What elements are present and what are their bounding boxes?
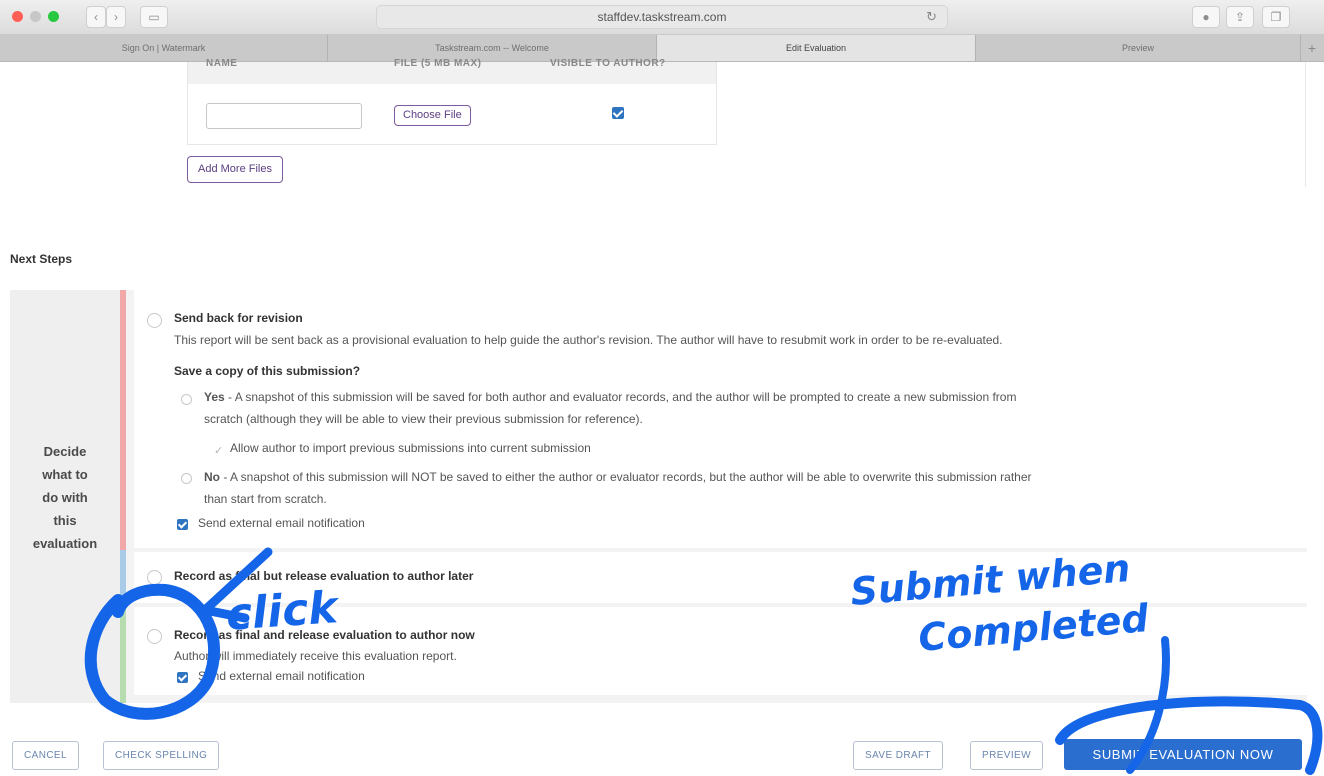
revision-email-label: Send external email notification bbox=[198, 516, 365, 530]
submit-evaluation-button[interactable]: SUBMIT EVALUATION NOW bbox=[1064, 739, 1302, 770]
no-line-2: than start from scratch. bbox=[204, 492, 327, 506]
send-back-radio[interactable] bbox=[147, 313, 162, 328]
minimize-window-icon[interactable] bbox=[30, 11, 41, 22]
column-file-header: FILE (5 MB MAX) bbox=[394, 58, 482, 69]
zoom-window-icon[interactable] bbox=[48, 11, 59, 22]
new-tab-icon[interactable]: + bbox=[1300, 35, 1324, 61]
tab-edit-evaluation[interactable]: Edit Evaluation bbox=[657, 35, 976, 61]
allow-import-label: Allow author to import previous submissi… bbox=[230, 441, 591, 455]
save-draft-button[interactable]: SAVE DRAFT bbox=[853, 741, 944, 770]
no-label: No bbox=[204, 470, 220, 484]
tab-sign-on[interactable]: Sign On | Watermark bbox=[0, 35, 328, 61]
yes-line-1: - A snapshot of this submission will be … bbox=[224, 390, 1017, 404]
now-color-bar bbox=[120, 605, 126, 703]
decide-label-line: do with bbox=[42, 490, 88, 505]
address-bar[interactable]: staffdev.taskstream.com ↻ bbox=[376, 5, 948, 29]
visible-to-author-checkbox[interactable] bbox=[612, 107, 624, 119]
release-now-radio[interactable] bbox=[147, 629, 162, 644]
choose-file-button[interactable]: Choose File bbox=[394, 105, 471, 126]
column-name-header: NAME bbox=[206, 58, 238, 69]
revision-email-checkbox[interactable] bbox=[177, 519, 188, 530]
preview-button[interactable]: PREVIEW bbox=[970, 741, 1043, 770]
extension-icon[interactable]: ● bbox=[1192, 6, 1220, 28]
save-copy-no-radio[interactable] bbox=[181, 473, 192, 484]
decide-label: Decide what to do with this evaluation bbox=[10, 440, 120, 555]
file-name-input[interactable] bbox=[206, 103, 362, 129]
yes-label: Yes bbox=[204, 390, 225, 404]
decide-label-line: what to bbox=[42, 467, 88, 482]
release-later-title: Record as final but release evaluation t… bbox=[174, 569, 474, 583]
back-icon[interactable]: ‹ bbox=[86, 6, 106, 28]
yes-line-2: scratch (although they will be able to v… bbox=[204, 412, 643, 426]
allow-import-checkbox[interactable]: ✓ bbox=[214, 444, 223, 457]
sidebar-icon[interactable]: ▭ bbox=[140, 6, 168, 28]
close-window-icon[interactable] bbox=[12, 11, 23, 22]
forward-icon[interactable]: › bbox=[106, 6, 126, 28]
address-text: staffdev.taskstream.com bbox=[597, 10, 727, 24]
decide-label-line: Decide bbox=[43, 444, 87, 459]
revision-color-bar bbox=[120, 290, 126, 550]
next-steps-heading: Next Steps bbox=[10, 252, 73, 266]
attached-files-table: NAME FILE (5 MB MAX) VISIBLE TO AUTHOR? … bbox=[187, 58, 717, 145]
browser-toolbar: ‹ › ▭ staffdev.taskstream.com ↻ ● ⇪ ❐ bbox=[0, 0, 1324, 35]
tabs-overview-icon[interactable]: ❐ bbox=[1262, 6, 1290, 28]
divider bbox=[1305, 62, 1306, 187]
tab-preview[interactable]: Preview bbox=[976, 35, 1301, 61]
cancel-button[interactable]: CANCEL bbox=[12, 741, 79, 770]
send-back-description: This report will be sent back as a provi… bbox=[174, 333, 1003, 347]
send-back-title: Send back for revision bbox=[174, 311, 303, 325]
check-spelling-button[interactable]: CHECK SPELLING bbox=[103, 741, 220, 770]
decide-label-line: evaluation bbox=[32, 536, 98, 551]
reload-icon[interactable]: ↻ bbox=[926, 6, 937, 28]
release-now-description: Author will immediately receive this eva… bbox=[174, 649, 457, 663]
release-now-email-label: Send external email notification bbox=[198, 669, 365, 683]
click-annotation: click bbox=[224, 582, 340, 641]
save-copy-yes-radio[interactable] bbox=[181, 394, 192, 405]
save-copy-heading: Save a copy of this submission? bbox=[174, 364, 361, 378]
add-more-files-button[interactable]: Add More Files bbox=[187, 156, 283, 183]
decide-label-column: Decide what to do with this evaluation bbox=[10, 290, 120, 703]
later-color-bar bbox=[120, 550, 126, 605]
column-visible-header: VISIBLE TO AUTHOR? bbox=[550, 58, 666, 69]
release-now-email-checkbox[interactable] bbox=[177, 672, 188, 683]
save-copy-no-text: No - A snapshot of this submission will … bbox=[204, 470, 1032, 484]
share-icon[interactable]: ⇪ bbox=[1226, 6, 1254, 28]
no-line-1: - A snapshot of this submission will NOT… bbox=[220, 470, 1032, 484]
decide-label-line: this bbox=[53, 513, 77, 528]
files-table-header: NAME FILE (5 MB MAX) VISIBLE TO AUTHOR? bbox=[188, 58, 716, 84]
release-later-radio[interactable] bbox=[147, 570, 162, 585]
option-send-back: Send back for revision This report will … bbox=[134, 290, 1307, 548]
save-copy-yes-text: Yes - A snapshot of this submission will… bbox=[204, 390, 1016, 404]
